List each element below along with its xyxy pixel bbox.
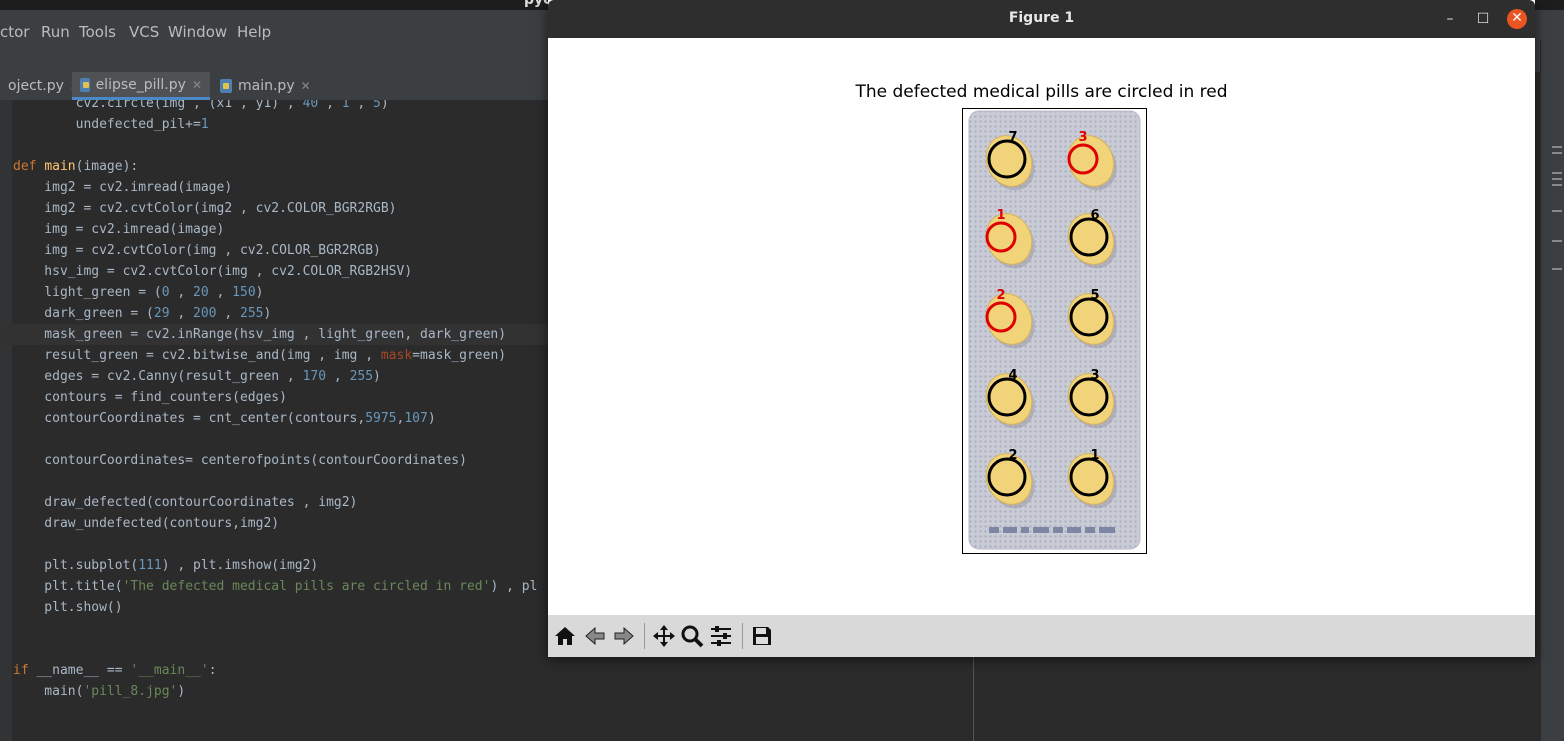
code-line[interactable]: contours = find_counters(edges) — [0, 387, 287, 408]
code-line[interactable] — [0, 429, 13, 450]
figure-window: Figure 1 – ☐ ✕ The defected medical pill… — [548, 0, 1535, 657]
code-line[interactable] — [0, 135, 13, 156]
code-line[interactable] — [0, 471, 13, 492]
error-stripe-mark — [1552, 178, 1562, 180]
minimize-icon[interactable]: – — [1440, 10, 1460, 30]
menu-vcs[interactable]: VCS — [129, 23, 159, 41]
code-line[interactable]: cv2.circle(img , (x1 , y1) , 40 , 1 , 5) — [0, 100, 389, 114]
error-stripe-mark — [1552, 152, 1562, 154]
configure-icon[interactable] — [708, 623, 734, 649]
figure-toolbar — [548, 615, 1535, 657]
pill-label: 4 — [1008, 368, 1017, 383]
pill-label: 1 — [996, 208, 1005, 223]
code-line[interactable]: edges = cv2.Canny(result_green , 170 , 2… — [0, 366, 381, 387]
figure-titlebar[interactable]: Figure 1 – ☐ ✕ — [548, 0, 1535, 38]
plot-title: The defected medical pills are circled i… — [855, 82, 1228, 102]
tab-label: oject.py — [8, 78, 64, 94]
pill-label: 1 — [1090, 448, 1099, 463]
image-axes: 7 3 1 6 2 5 4 3 2 1 — [962, 108, 1147, 554]
error-stripe-mark — [1552, 210, 1562, 212]
code-line[interactable]: img2 = cv2.cvtColor(img2 , cv2.COLOR_BGR… — [0, 198, 396, 219]
code-line[interactable]: def main(image): — [0, 156, 138, 177]
figure-title: Figure 1 — [1008, 10, 1075, 26]
code-line[interactable]: draw_undefected(contours,img2) — [0, 513, 279, 534]
code-line[interactable] — [0, 534, 13, 555]
pill-label: 2 — [1008, 448, 1017, 463]
close-icon[interactable]: ✕ — [1507, 9, 1527, 29]
pill-label: 5 — [1090, 288, 1099, 303]
code-line[interactable]: undefected_pil+=1 — [0, 114, 209, 135]
save-icon[interactable] — [749, 623, 775, 649]
tab-label: main.py — [238, 78, 295, 94]
code-line[interactable]: if __name__ == '__main__': — [0, 660, 217, 681]
menu-help[interactable]: Help — [237, 23, 271, 41]
error-stripe-mark — [1552, 268, 1562, 270]
zoom-icon[interactable] — [679, 623, 705, 649]
code-line[interactable] — [0, 639, 13, 660]
code-line[interactable]: img = cv2.imread(image) — [0, 219, 224, 240]
tab-main-py[interactable]: main.py ✕ — [212, 72, 320, 100]
python-file-icon — [80, 77, 90, 92]
menu-run[interactable]: Run — [41, 23, 70, 41]
pill-label: 2 — [996, 288, 1005, 303]
figure-canvas[interactable]: The defected medical pills are circled i… — [548, 38, 1535, 615]
back-icon[interactable] — [582, 623, 608, 649]
toolbar-separator — [644, 623, 645, 649]
code-line[interactable]: draw_defected(contourCoordinates , img2) — [0, 492, 357, 513]
maximize-icon[interactable]: ☐ — [1473, 10, 1493, 30]
code-line[interactable]: plt.show() — [0, 597, 122, 618]
code-line[interactable]: dark_green = (29 , 200 , 255) — [0, 303, 271, 324]
code-line[interactable]: contourCoordinates = cnt_center(contours… — [0, 408, 435, 429]
pill-label: 3 — [1078, 130, 1087, 145]
tab-elipse-pill-py[interactable]: elipse_pill.py ✕ — [72, 72, 210, 100]
code-line[interactable]: plt.title('The defected medical pills ar… — [0, 576, 537, 597]
toolbar-separator — [742, 623, 743, 649]
pill-image: 7 3 1 6 2 5 4 3 2 1 — [963, 109, 1146, 553]
code-line[interactable]: hsv_img = cv2.cvtColor(img , cv2.COLOR_R… — [0, 261, 412, 282]
menu-refactor[interactable]: ctor — [0, 23, 29, 41]
code-line[interactable]: img = cv2.cvtColor(img , cv2.COLOR_BGR2R… — [0, 240, 381, 261]
forward-icon[interactable] — [611, 623, 637, 649]
error-stripe-mark — [1552, 184, 1562, 186]
code-line[interactable]: img2 = cv2.imread(image) — [0, 177, 232, 198]
pan-icon[interactable] — [651, 623, 677, 649]
code-line[interactable]: light_green = (0 , 20 , 150) — [0, 282, 263, 303]
python-file-icon — [220, 79, 232, 93]
pill-label: 3 — [1090, 368, 1099, 383]
error-stripe-mark — [1552, 172, 1562, 174]
code-line[interactable]: result_green = cv2.bitwise_and(img , img… — [0, 345, 506, 366]
home-icon[interactable] — [552, 623, 578, 649]
pill-label: 6 — [1090, 208, 1099, 223]
code-line[interactable]: main('pill_8.jpg') — [0, 681, 185, 702]
tab-project-py[interactable]: oject.py ✕ — [0, 72, 80, 100]
pill-label: 7 — [1008, 130, 1017, 145]
error-stripe-mark — [1552, 240, 1562, 242]
menu-tools[interactable]: Tools — [79, 23, 116, 41]
error-stripe-mark — [1552, 146, 1562, 148]
close-icon[interactable]: ✕ — [301, 79, 311, 93]
menu-window[interactable]: Window — [168, 23, 227, 41]
code-line[interactable]: contourCoordinates= centerofpoints(conto… — [0, 450, 467, 471]
code-line[interactable] — [0, 618, 13, 639]
tab-label: elipse_pill.py — [95, 76, 186, 93]
code-line[interactable]: plt.subplot(111) , plt.imshow(img2) — [0, 555, 318, 576]
close-icon[interactable]: ✕ — [192, 78, 202, 92]
